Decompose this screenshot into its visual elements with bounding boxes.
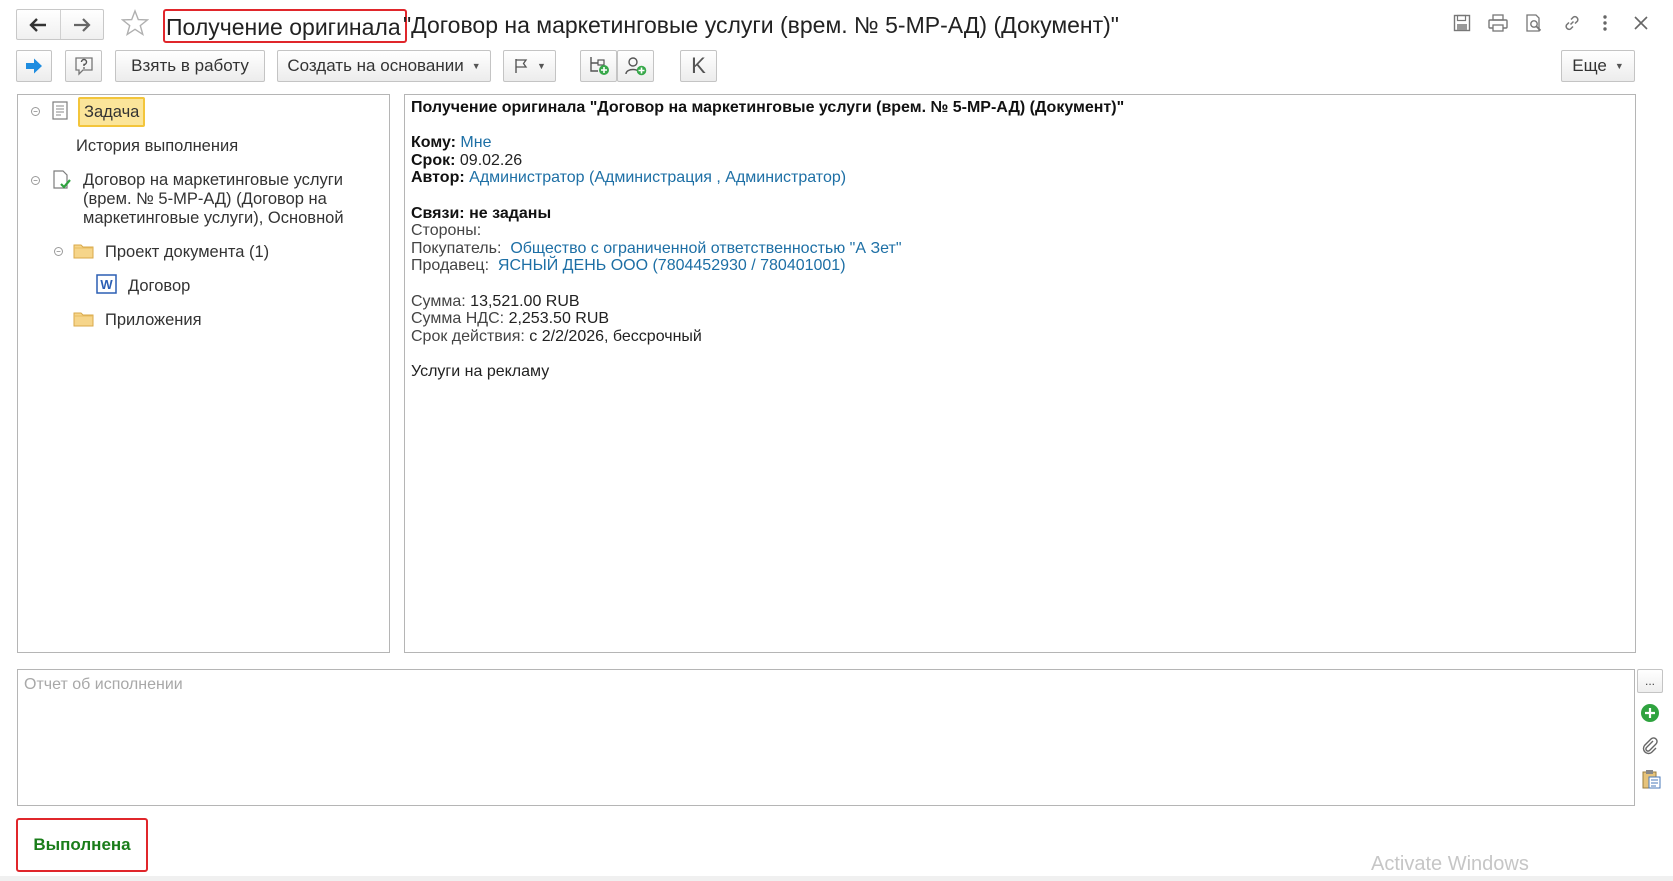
k-button[interactable]: K [680, 50, 717, 82]
buyer-link[interactable]: Общество с ограниченной ответственностью… [510, 240, 901, 257]
to-label: Кому: [411, 134, 456, 152]
vat-value: 2,253.50 RUB [508, 310, 610, 328]
done-button[interactable]: Выполнена [16, 818, 148, 872]
tree-item-contract-line: Договор на маркетинговые услуги [83, 171, 344, 189]
due-label: Срок: [411, 151, 456, 169]
tree-item-word-file[interactable]: Договор [128, 277, 190, 296]
folder-icon [73, 310, 94, 332]
vat-label: Сумма НДС: [411, 310, 505, 328]
word-file-icon: W [96, 274, 117, 299]
due-value: 09.02.26 [459, 151, 523, 169]
parties-label: Стороны: [411, 222, 482, 240]
user-add-icon [624, 57, 646, 76]
link-icon[interactable] [1562, 13, 1582, 33]
arrow-left-icon [29, 17, 47, 32]
create-based-on-label: Создать на основании [287, 56, 464, 75]
tree-item-history[interactable]: История выполнения [76, 137, 238, 156]
approved-document-icon [52, 170, 72, 195]
links-status[interactable]: Связи: не заданы [411, 205, 551, 222]
sum-value: 13,521.00 RUB [470, 292, 580, 310]
add-comment-icon[interactable] [1640, 703, 1660, 728]
page-title-highlighted: Получение оригинала [163, 9, 407, 43]
seller-label: Продавец: [411, 257, 490, 275]
flag-icon [515, 59, 528, 73]
create-based-on-button[interactable]: Создать на основании ▼ [277, 50, 491, 82]
paperclip-icon[interactable] [1641, 736, 1659, 761]
go-forward-button[interactable] [16, 50, 52, 82]
take-to-work-button[interactable]: Взять в работу [115, 50, 265, 82]
task-description: Получение оригинала "Договор на маркетин… [411, 99, 1124, 381]
tree-add-icon [589, 57, 609, 75]
buyer-label: Покупатель: [411, 239, 502, 257]
more-label: Еще [1572, 56, 1607, 75]
open-editor-button[interactable]: ... [1637, 669, 1663, 693]
arrow-right-blue-icon [26, 58, 42, 74]
tree-item-task[interactable]: Задача [78, 97, 146, 127]
validity-value: с 2/2/2026, бессрочный [529, 327, 702, 345]
seller-link[interactable]: ЯСНЫЙ ДЕНЬ ООО (7804452930 / 780401001) [498, 257, 846, 274]
add-performer-button[interactable] [617, 50, 654, 82]
favorite-star-icon[interactable] [120, 9, 150, 37]
svg-text:W: W [100, 277, 113, 292]
author-label: Автор: [411, 169, 465, 187]
back-button[interactable] [17, 10, 60, 39]
print-icon[interactable] [1488, 13, 1508, 33]
dropdown-arrow-icon: ▼ [537, 61, 546, 71]
activation-watermark: Activate Windows [1371, 853, 1529, 875]
tree-item-contract-line: маркетинговые услуги), Основной [83, 209, 344, 227]
report-placeholder: Отчет об исполнении [24, 676, 183, 693]
more-button[interactable]: Еще ▼ [1561, 50, 1635, 82]
report-input[interactable] [17, 669, 1635, 806]
dropdown-arrow-icon: ▼ [1614, 61, 1624, 71]
clipboard-icon[interactable] [1641, 769, 1661, 794]
to-link[interactable]: Мне [460, 134, 491, 151]
page-title: "Договор на маркетинговые услуги (врем. … [403, 12, 1119, 38]
collapse-toggle-icon[interactable]: − [54, 247, 63, 256]
forward-button[interactable] [59, 10, 104, 39]
bottom-border [0, 876, 1673, 881]
validity-label: Срок действия: [411, 327, 525, 345]
folder-icon [73, 242, 94, 264]
tree-item-contract-line: (врем. № 5-МР-АД) (Договор на [83, 190, 327, 208]
more-actions-icon[interactable] [1595, 13, 1615, 33]
tree-item-attachments[interactable]: Приложения [105, 311, 202, 330]
author-link[interactable]: Администратор (Администрация , Администр… [469, 169, 846, 186]
sum-label: Сумма: [411, 292, 466, 310]
task-document-icon [52, 101, 68, 125]
subject-text: Услуги на рекламу [411, 362, 550, 380]
arrow-right-icon [73, 17, 91, 32]
dropdown-arrow-icon: ▼ [471, 61, 481, 71]
collapse-toggle-icon[interactable]: − [31, 176, 40, 185]
history-nav [16, 9, 104, 40]
flag-dropdown-button[interactable]: ▼ [503, 50, 556, 82]
add-subtask-button[interactable] [580, 50, 617, 82]
tree-item-project-document[interactable]: Проект документа (1) [105, 243, 269, 262]
help-button[interactable] [65, 50, 102, 82]
tree-item-task-label: Задача [84, 102, 140, 121]
question-icon [74, 57, 93, 76]
save-icon[interactable] [1452, 13, 1472, 33]
collapse-toggle-icon[interactable]: − [31, 107, 40, 116]
tree-item-contract[interactable]: Договор на маркетинговые услуги (врем. №… [83, 171, 344, 228]
close-icon[interactable] [1631, 13, 1651, 33]
preview-icon[interactable] [1524, 13, 1544, 33]
document-header: Получение оригинала "Договор на маркетин… [411, 99, 1125, 116]
